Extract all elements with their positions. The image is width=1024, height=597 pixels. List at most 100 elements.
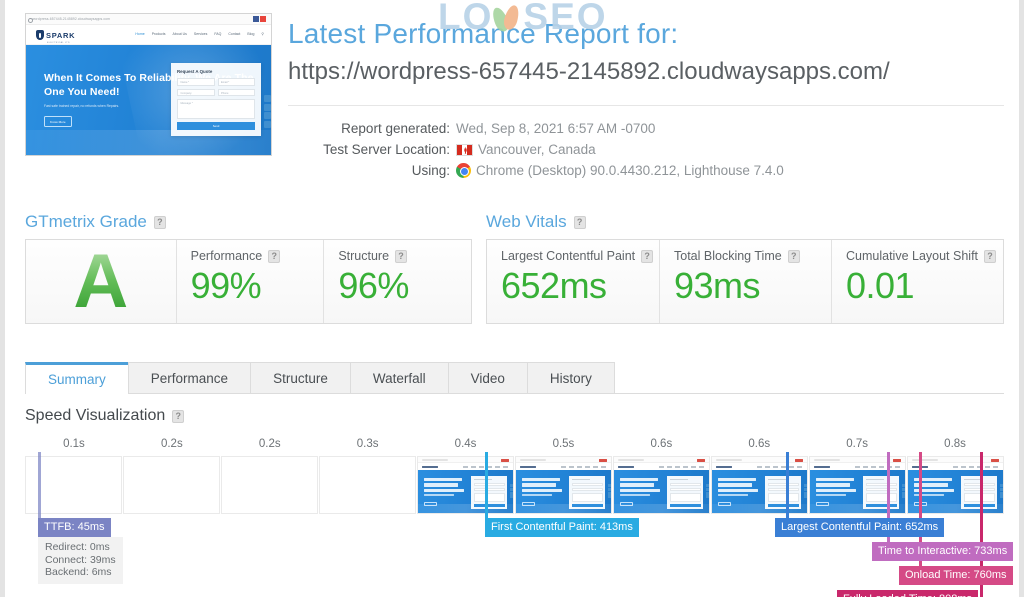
performance-help-icon[interactable]: ? — [268, 249, 281, 263]
timeline-tick-2: 0.2s — [258, 438, 281, 450]
thumbnail-form-submit: Send — [177, 122, 255, 130]
thumbnail-url-text: wordpress-657445-2145892.cloudwaysapps.c… — [27, 17, 111, 23]
report-header: wordpress-657445-2145892.cloudwaysapps.c… — [5, 0, 1019, 196]
meta-test-server-label: Test Server Location: — [323, 142, 450, 157]
timeline-tick-3: 0.3s — [356, 438, 379, 450]
thumbnail-browser-bar: wordpress-657445-2145892.cloudwaysapps.c… — [26, 14, 271, 25]
meta-using-value: Chrome (Desktop) 90.0.4430.212, Lighthou… — [476, 163, 784, 178]
filmstrip-frame[interactable] — [515, 456, 612, 514]
page-title: Latest Performance Report for: — [288, 18, 679, 49]
performance-value: 99% — [190, 265, 262, 306]
spark-logo-mark-icon — [36, 30, 44, 40]
structure-score-cell: Structure ? 96% — [323, 240, 471, 323]
meta-report-generated: Report generated: Wed, Sep 8, 2021 6:57 … — [288, 121, 655, 136]
timeline-tick-6: 0.6s — [650, 438, 673, 450]
tab-history[interactable]: History — [526, 362, 615, 393]
thumb-nav-products: Products — [151, 32, 166, 36]
tab-structure[interactable]: Structure — [250, 362, 351, 393]
filmstrip-frame[interactable] — [613, 456, 710, 514]
tab-summary[interactable]: Summary — [25, 362, 129, 394]
annotation-largest-contentful-paint: Largest Contentful Paint: 652ms — [775, 518, 945, 537]
thumbnail-hero-sub: Fast safe trained repair, no refunds whe… — [44, 104, 120, 108]
report-url[interactable]: https://wordpress-657445-2145892.cloudwa… — [288, 58, 890, 86]
tbt-value: 93ms — [674, 265, 761, 306]
tbt-cell: Total Blocking Time ? 93ms — [659, 240, 831, 323]
timeline-tick-1: 0.2s — [160, 438, 183, 450]
site-screenshot-thumbnail[interactable]: wordpress-657445-2145892.cloudwaysapps.c… — [25, 13, 272, 156]
lcp-cell: Largest Contentful Paint ? 652ms — [487, 240, 659, 323]
thumb-nav-blog: Blog — [247, 32, 255, 36]
lcp-value: 652ms — [501, 265, 607, 306]
speed-visualization-title: Speed Visualization ? — [25, 407, 185, 425]
structure-label-wrap: Structure ? — [338, 249, 471, 263]
thumbnail-field-phone: Phone — [217, 88, 255, 96]
annotation-ttfb: TTFB: 45ms — [38, 518, 111, 537]
cls-label-wrap: Cumulative Layout Shift ? — [846, 249, 1003, 263]
canada-flag-icon — [456, 143, 473, 156]
annotation-first-contentful-paint: First Contentful Paint: 413ms — [485, 518, 639, 537]
structure-label: Structure — [338, 249, 390, 263]
filmstrip-frame[interactable] — [417, 456, 514, 514]
marker-first-contentful-paint — [485, 452, 488, 528]
meta-test-server-location: Test Server Location: Vancouver, Canada — [288, 142, 596, 157]
lcp-help-icon[interactable]: ? — [641, 249, 654, 263]
tab-video[interactable]: Video — [447, 362, 528, 393]
header-divider — [288, 105, 1004, 106]
annotation-onload-time: Onload Time: 760ms — [899, 566, 1013, 585]
thumb-nav-contact: Contact — [228, 32, 241, 36]
gtmetrix-grade-panel: A Performance ? 99% Structure ? 96% — [25, 239, 472, 324]
thumbnail-field-message: Message * — [177, 99, 255, 119]
lcp-label-wrap: Largest Contentful Paint ? — [501, 249, 659, 263]
marker-time-to-interactive — [887, 452, 890, 552]
ttfb-detail-0: Redirect: 0ms — [45, 541, 110, 553]
filmstrip — [25, 456, 1004, 514]
structure-value: 96% — [338, 265, 409, 306]
chrome-icon — [456, 163, 471, 178]
lcp-label: Largest Contentful Paint — [501, 249, 636, 263]
ttfb-detail-box: Redirect: 0ms Connect: 39ms Backend: 6ms — [38, 537, 123, 584]
filmstrip-frame[interactable] — [319, 456, 416, 514]
performance-label-wrap: Performance ? — [191, 249, 324, 263]
tab-performance[interactable]: Performance — [127, 362, 252, 393]
filmstrip-frame[interactable] — [221, 456, 318, 514]
ttfb-detail-1: Connect: 39ms — [45, 553, 116, 566]
tab-waterfall[interactable]: Waterfall — [349, 362, 449, 393]
timeline-tick-labels: 0.1s 0.2s 0.2s 0.3s 0.4s 0.5s 0.6s 0.6s 0.7s 0.8s — [25, 436, 1004, 456]
meta-test-server-value-wrap: Vancouver, Canada — [456, 142, 596, 157]
web-vitals-title: Web Vitals ? — [486, 212, 586, 232]
timeline-tick-8: 0.7s — [846, 438, 869, 450]
gtmetrix-grade-title-text: GTmetrix Grade — [25, 212, 147, 231]
thumbnail-hero-button: Know More — [44, 116, 72, 127]
speed-visualization: 0.1s 0.2s 0.2s 0.3s 0.4s 0.5s 0.6s 0.6s 0.7s 0.8s… — [25, 436, 1014, 597]
filmstrip-frame[interactable] — [809, 456, 906, 514]
thumbnail-quote-form: Request A Quote Name * Email * Company P… — [171, 63, 261, 136]
web-vitals-panel: Largest Contentful Paint ? 652ms Total B… — [486, 239, 1004, 324]
cls-help-icon[interactable]: ? — [984, 249, 997, 263]
thumbnail-nav-menu: Home Products About Us Services FAQ Cont… — [135, 32, 264, 36]
cls-value: 0.01 — [846, 265, 915, 306]
filmstrip-frame[interactable] — [711, 456, 808, 514]
filmstrip-frame[interactable] — [123, 456, 220, 514]
performance-label: Performance — [190, 249, 263, 263]
gtmetrix-grade-title: GTmetrix Grade ? — [25, 212, 166, 232]
annotation-time-to-interactive: Time to Interactive: 733ms — [872, 542, 1014, 561]
speed-visualization-title-text: Speed Visualization — [25, 407, 166, 424]
timeline-tick-9: 0.8s — [944, 438, 966, 450]
thumbnail-field-email: Email * — [217, 78, 255, 86]
thumbnail-hero: When It Comes To Reliability, We Are The… — [26, 45, 271, 155]
thumbnail-navbar: SPARK ELECTRICAL LTD Home Products About… — [26, 25, 271, 45]
meta-using-value-wrap: Chrome (Desktop) 90.0.4430.212, Lighthou… — [456, 163, 784, 178]
web-vitals-help-icon[interactable]: ? — [573, 215, 586, 229]
meta-report-generated-label: Report generated: — [341, 121, 450, 136]
gtmetrix-grade-help-icon[interactable]: ? — [153, 215, 166, 229]
thumbnail-social-sidebar — [264, 95, 271, 128]
ttfb-detail-2: Backend: 6ms — [45, 566, 112, 578]
overall-grade-cell: A — [26, 240, 176, 323]
tbt-help-icon[interactable]: ? — [787, 249, 800, 263]
structure-help-icon[interactable]: ? — [395, 249, 408, 263]
tbt-label-wrap: Total Blocking Time ? — [674, 249, 831, 263]
thumbnail-form-title: Request A Quote — [177, 69, 213, 74]
timeline-tick-7: 0.6s — [748, 438, 771, 450]
thumb-nav-home: Home — [135, 32, 145, 36]
speed-visualization-help-icon[interactable]: ? — [172, 409, 185, 423]
